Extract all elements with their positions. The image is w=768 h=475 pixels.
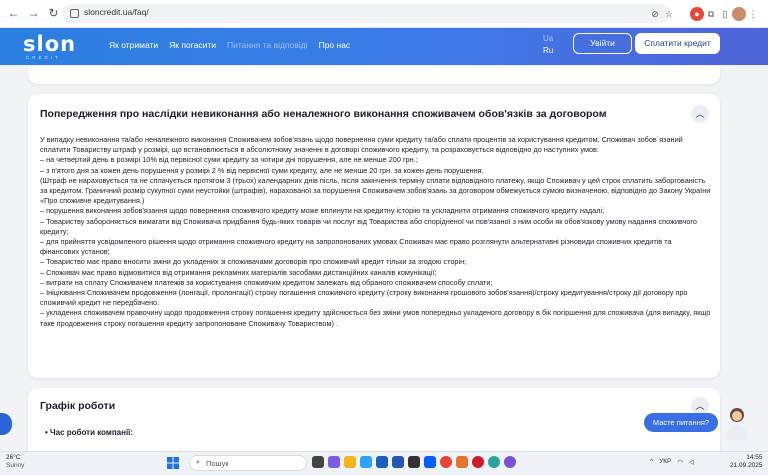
forward-icon[interactable]: →: [27, 7, 40, 20]
viber-icon[interactable]: [504, 456, 516, 468]
clock-time: 14:55: [746, 454, 763, 461]
split-icon[interactable]: ▯: [718, 7, 732, 21]
schedule-item-label: Час роботи компанії:: [50, 428, 134, 437]
logo-subtitle: CREDIT: [26, 55, 61, 60]
faq-paragraph: – з п'ятого дня за кожен день порушення …: [40, 165, 484, 175]
keyboard-language[interactable]: УКР: [659, 458, 671, 466]
extension-icon[interactable]: ●: [690, 6, 704, 21]
site-info-icon[interactable]: [70, 9, 79, 18]
app-icon[interactable]: [376, 456, 388, 468]
clock[interactable]: 14:55 21.09.2025: [730, 454, 763, 470]
faq-paragraph: (Штраф не нараховується та не сплачуєтьс…: [40, 175, 711, 206]
menu-item-how-to-repay[interactable]: Як погасити: [169, 40, 216, 50]
system-tray: ^ УКР ◠ ◁: [650, 458, 694, 466]
reload-icon[interactable]: ↻: [47, 7, 60, 20]
schedule-card: Графік роботи ︿ • Час роботи компанії:: [28, 388, 720, 458]
app-icon[interactable]: [392, 456, 404, 468]
faq-paragraph: – витрати на сплату Споживачем платежів …: [40, 277, 493, 287]
schedule-title[interactable]: Графік роботи: [40, 400, 115, 412]
weather-temp: 26°C: [6, 454, 21, 461]
main-menu: Як отримати Як погасити Питання та відпо…: [109, 40, 361, 50]
dropbox-icon[interactable]: [424, 456, 436, 468]
menu-icon[interactable]: ⋮: [746, 7, 760, 21]
faq-paragraph: У випадку невиконання та/або неналежного…: [40, 135, 683, 155]
faq-answer: У випадку невиконання та/або неналежного…: [40, 135, 712, 329]
faq-paragraph: – Споживач має право відмовитися від отр…: [40, 267, 437, 277]
login-button[interactable]: Увійти: [573, 33, 632, 54]
weather-status: Sunny: [6, 462, 25, 469]
wifi-icon[interactable]: ◠: [677, 458, 683, 466]
taskbar-apps: [312, 456, 520, 468]
puzzle-icon[interactable]: ⧉: [704, 7, 718, 21]
taskbar: 26°C Sunny ⌕ Пошук ^ УКР ◠ ◁ 14:55 21.09…: [0, 451, 768, 475]
menu-item-about[interactable]: Про нас: [319, 40, 351, 50]
clock-date: 21.09.2025: [730, 462, 763, 469]
faq-paragraph: – на четвертий день в розмірі 10% від пе…: [40, 155, 418, 165]
faq-card: Попередження про наслідки невиконання аб…: [28, 94, 720, 378]
lang-ru[interactable]: Ru: [543, 45, 553, 57]
volume-icon[interactable]: ◁: [689, 458, 694, 466]
lang-ua[interactable]: Ua: [543, 33, 553, 45]
menu-item-how-to-get[interactable]: Як отримати: [109, 40, 158, 50]
side-chat-tab[interactable]: [0, 413, 12, 435]
logo[interactable]: slon: [23, 32, 76, 56]
eye-off-icon[interactable]: ⊘: [648, 7, 662, 21]
faq-paragraph: – Товариство має право вносити зміни до …: [40, 257, 467, 267]
faq-paragraph: – для прийняття усвідомленого рішення що…: [40, 237, 672, 257]
app-icon[interactable]: [328, 456, 340, 468]
app-icon[interactable]: [360, 456, 372, 468]
app-icon[interactable]: [488, 456, 500, 468]
language-switcher: Ua Ru: [543, 33, 553, 57]
menu-item-faq[interactable]: Питання та відповіді: [227, 40, 308, 50]
app-icon[interactable]: [408, 456, 420, 468]
support-avatar[interactable]: [723, 404, 751, 440]
app-icon[interactable]: [456, 456, 468, 468]
search-icon: ⌕: [196, 459, 200, 466]
faq-paragraph: – Товариству забороняється вимагати від …: [40, 216, 697, 236]
site-header: slon CREDIT Як отримати Як погасити Пита…: [0, 28, 768, 65]
profile-avatar[interactable]: [732, 6, 746, 21]
file-explorer-icon[interactable]: [344, 456, 356, 468]
faq-paragraph: – укладення споживачем правочину щодо пр…: [40, 308, 711, 328]
back-icon[interactable]: ←: [7, 7, 20, 20]
faq-title[interactable]: Попередження про наслідки невиконання аб…: [40, 108, 606, 120]
faq-card-previous: [28, 66, 720, 84]
faq-paragraph: – Iніціювання Споживачем продовження (ло…: [40, 288, 688, 308]
chat-prompt-bubble[interactable]: Масте питання?: [644, 413, 718, 432]
chevron-up-icon[interactable]: ^: [650, 458, 653, 466]
address-bar[interactable]: sloncredit.ua/faq/: [62, 4, 670, 23]
url-text: sloncredit.ua/faq/: [84, 7, 149, 17]
task-view-icon[interactable]: [312, 456, 324, 468]
taskbar-search[interactable]: ⌕ Пошук: [189, 455, 307, 471]
weather-widget[interactable]: 26°C Sunny: [6, 454, 24, 470]
chrome-icon[interactable]: [440, 456, 452, 468]
opera-icon[interactable]: [472, 456, 484, 468]
schedule-item: • Час роботи компанії:: [45, 428, 134, 437]
faq-paragraph: – порушення виконання зобов'язання щодо …: [40, 206, 605, 216]
search-placeholder: Пошук: [206, 459, 229, 468]
windows-start-icon[interactable]: [167, 457, 179, 469]
chevron-up-icon[interactable]: ︿: [691, 105, 709, 123]
star-icon[interactable]: ☆: [662, 7, 676, 21]
browser-toolbar: ← → ↻ sloncredit.ua/faq/ ⊘ ☆ ● ⧉ ▯ ⋮: [0, 0, 768, 28]
pay-credit-button[interactable]: Сплатити кредит: [635, 33, 720, 54]
